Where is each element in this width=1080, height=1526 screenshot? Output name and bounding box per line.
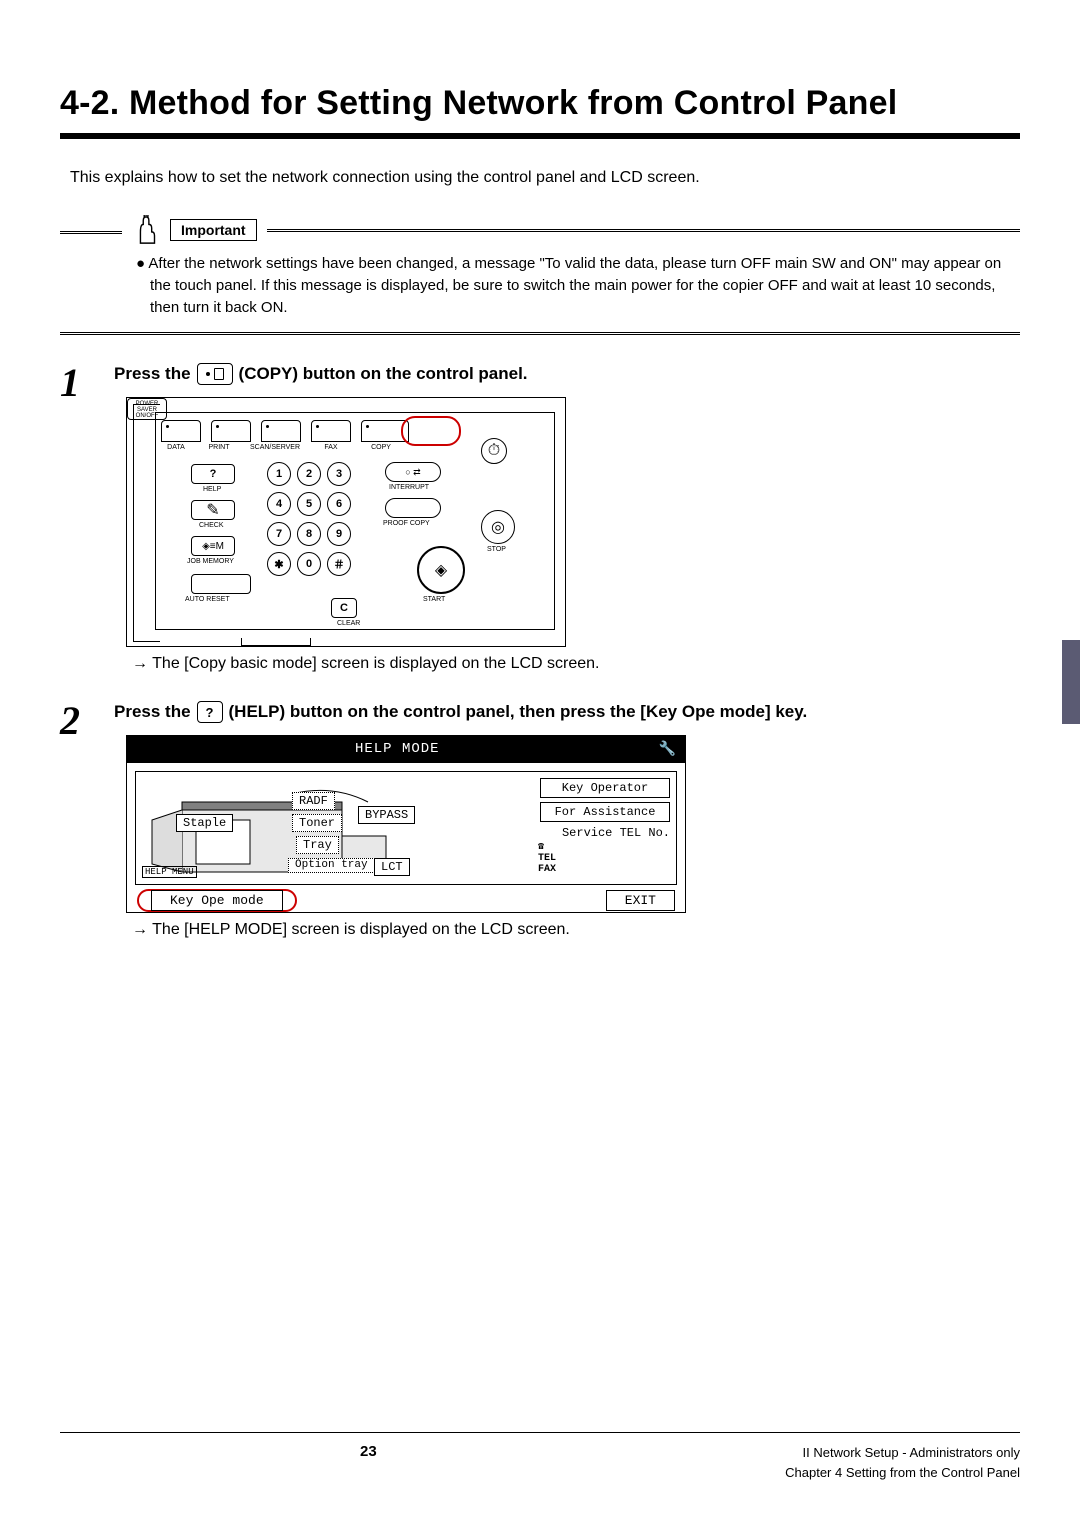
step-2: 2 Press the ? (HELP) button on the contr… xyxy=(60,701,1020,939)
step2-result: → The [HELP MODE] screen is displayed on… xyxy=(132,921,1020,939)
tab-fax xyxy=(311,420,351,442)
key-7: 7 xyxy=(267,522,291,546)
keypad: 1 2 3 4 5 6 7 8 9 ✱ 0 ＃ xyxy=(267,462,351,576)
page-title: 4-2. Method for Setting Network from Con… xyxy=(60,84,1020,123)
important-label: Important xyxy=(170,219,257,241)
step2-title: Press the ? (HELP) button on the control… xyxy=(114,701,1020,723)
interrupt-label: INTERRUPT xyxy=(389,484,429,491)
jobmem-label: JOB MEMORY xyxy=(187,558,234,565)
help-key: ? xyxy=(191,464,235,484)
stop-key: ◎ xyxy=(481,510,515,544)
step1-result: → The [Copy basic mode] screen is displa… xyxy=(132,655,1020,673)
key-c: C xyxy=(331,598,357,618)
footer-chapter: Chapter 4 Setting from the Control Panel xyxy=(785,1463,1020,1483)
key-6: 6 xyxy=(327,492,351,516)
page-footer: 23 II Network Setup - Administrators onl… xyxy=(60,1432,1020,1482)
footer-section: II Network Setup - Administrators only xyxy=(785,1443,1020,1463)
step1-tail: (COPY) button on the control panel. xyxy=(239,364,528,384)
key-3: 3 xyxy=(327,462,351,486)
copy-highlight xyxy=(401,416,461,446)
lcd-staple: Staple xyxy=(176,814,233,832)
check-key: ✎ xyxy=(191,500,235,520)
copy-button-inline xyxy=(197,363,233,385)
key-hash: ＃ xyxy=(327,552,351,576)
lcd-help-figure: HELP MODE 🔧 xyxy=(126,735,686,913)
step-1: 1 Press the (COPY) button on the control… xyxy=(60,363,1020,673)
stop-label: STOP xyxy=(487,546,506,553)
key-0: 0 xyxy=(297,552,321,576)
lcd-option: Option tray xyxy=(288,858,375,873)
lcd-tray: Tray xyxy=(296,836,339,854)
title-underline xyxy=(60,133,1020,139)
key-1: 1 xyxy=(267,462,291,486)
key-5: 5 xyxy=(297,492,321,516)
autoreset-label: AUTO RESET xyxy=(185,596,230,603)
proof-label: PROOF COPY xyxy=(383,520,430,527)
step1-title: Press the (COPY) button on the control p… xyxy=(114,363,1020,385)
lcd-toner: Toner xyxy=(292,814,342,832)
tel-fax-icon: ☎ TEL FAX xyxy=(538,842,556,875)
step2-tail: (HELP) button on the control panel, then… xyxy=(229,702,808,722)
key-star: ✱ xyxy=(267,552,291,576)
key-2: 2 xyxy=(297,462,321,486)
check-label: CHECK xyxy=(199,522,224,529)
autoreset-key xyxy=(191,574,251,594)
step2-lead: Press the xyxy=(114,702,191,722)
tab-print xyxy=(211,420,251,442)
interrupt-key: ○ ⇄ xyxy=(385,462,441,482)
key-4: 4 xyxy=(267,492,291,516)
help-button-inline: ? xyxy=(197,701,223,723)
lcd-help-menu: HELP MENU xyxy=(142,866,197,878)
important-block: Important After the network settings hav… xyxy=(130,213,1020,335)
tab-labels: DATA PRINT SCAN/SERVER FAX COPY xyxy=(161,444,403,451)
lcd-for-assistance: For Assistance xyxy=(540,802,670,822)
page-number: 23 xyxy=(360,1443,377,1460)
important-text: After the network settings have been cha… xyxy=(130,253,1020,318)
wrench-icon: 🔧 xyxy=(659,741,676,758)
intro-text: This explains how to set the network con… xyxy=(60,169,1020,187)
document-icon xyxy=(214,368,224,380)
step-number-2: 2 xyxy=(60,701,114,939)
lcd-key-operator: Key Operator xyxy=(540,778,670,798)
lcd-title: HELP MODE xyxy=(136,741,659,757)
start-key: ◈ xyxy=(417,546,465,594)
clear-label: CLEAR xyxy=(337,620,360,627)
key-9: 9 xyxy=(327,522,351,546)
lcd-lct: LCT xyxy=(374,858,410,876)
tab-scan xyxy=(261,420,301,442)
lcd-service-tel: Service TEL No. xyxy=(540,826,670,840)
lcd-radf: RADF xyxy=(292,792,335,810)
key-8: 8 xyxy=(297,522,321,546)
lcd-bypass: BYPASS xyxy=(358,806,415,824)
jobmem-key: ◈≡M xyxy=(191,536,235,556)
lcd-exit: EXIT xyxy=(606,890,675,911)
help-label: HELP xyxy=(203,486,221,493)
step-number-1: 1 xyxy=(60,363,114,673)
lcd-key-ope-mode: Key Ope mode xyxy=(137,889,297,912)
step1-lead: Press the xyxy=(114,364,191,384)
control-panel-figure: DATA PRINT SCAN/SERVER FAX COPY ? HELP ✎… xyxy=(126,397,566,647)
tab-data xyxy=(161,420,201,442)
side-tab xyxy=(1062,640,1080,724)
hand-icon xyxy=(130,213,164,247)
proof-key xyxy=(385,498,441,518)
start-label: START xyxy=(423,596,445,603)
